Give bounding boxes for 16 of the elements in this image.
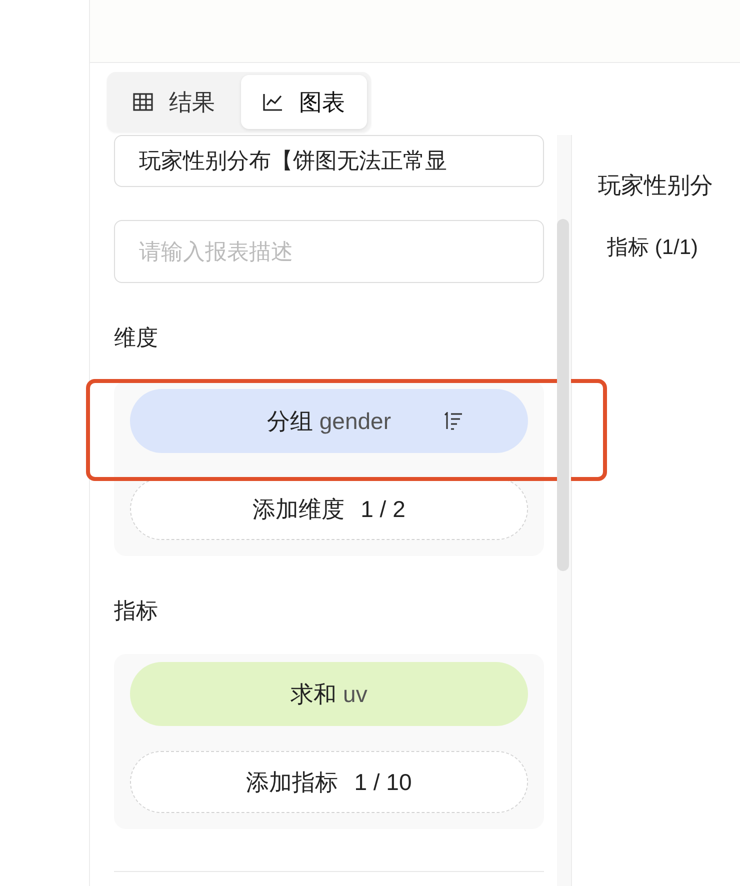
metric-summary: 指标 (1/1)	[607, 235, 700, 261]
chart-title: 玩家性别分	[598, 171, 714, 200]
line-chart-icon	[263, 93, 283, 111]
description-field[interactable]: 请输入报表描述	[114, 220, 544, 283]
sort-icon[interactable]	[442, 412, 464, 430]
dimension-tag[interactable]: 分组 gender	[130, 389, 528, 453]
view-tab[interactable]: 图表	[241, 75, 367, 129]
scrollbar[interactable]	[557, 219, 569, 571]
add-button[interactable]: 添加维度 1 / 2	[130, 478, 528, 540]
add-button[interactable]: 添加指标 1 / 10	[130, 751, 528, 813]
metric-tag[interactable]: 求和 uv	[130, 662, 528, 726]
section-heading: 指标	[114, 597, 159, 625]
table-icon	[133, 93, 153, 111]
title-field[interactable]: 玩家性别分布【饼图无法正常显	[114, 135, 544, 187]
view-tab[interactable]: 结果	[111, 75, 237, 129]
section-heading: 维度	[114, 324, 159, 352]
